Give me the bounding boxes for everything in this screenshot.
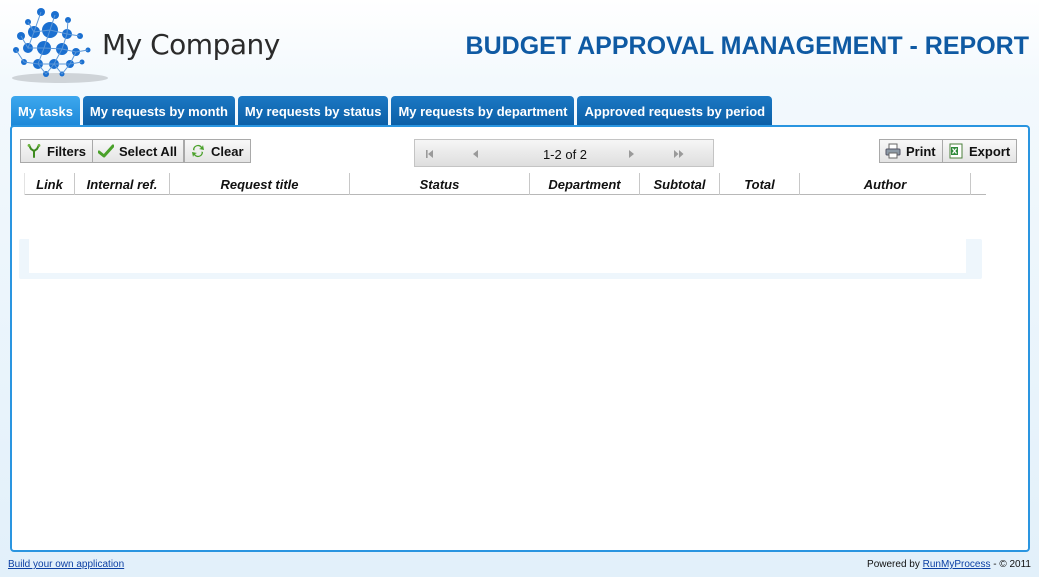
tab-my-requests-by-status[interactable]: My requests by status	[237, 96, 389, 126]
tab-approved-requests-by-period[interactable]: Approved requests by period	[577, 96, 773, 126]
export-label: Export	[969, 143, 1011, 159]
print-button[interactable]: Print	[879, 139, 943, 163]
grid-body	[19, 239, 982, 279]
powered-by: Powered by RunMyProcess - © 2011	[867, 559, 1031, 570]
excel-icon	[948, 143, 964, 159]
report-panel: Filters Select All Clear 1-2 of 2 Print	[10, 125, 1030, 552]
filters-button[interactable]: Filters	[20, 139, 94, 163]
column-header-request-title[interactable]: Request title	[170, 173, 350, 195]
column-header-internal-ref[interactable]: Internal ref.	[75, 173, 170, 195]
column-header-status[interactable]: Status	[350, 173, 530, 195]
tab-my-tasks[interactable]: My tasks	[11, 96, 80, 126]
column-header-link[interactable]: Link	[24, 173, 75, 195]
checkmark-icon	[98, 143, 114, 159]
page-title: BUDGET APPROVAL MANAGEMENT - REPORT	[465, 32, 1029, 60]
column-header-department[interactable]: Department	[530, 173, 640, 195]
pager-range: 1-2 of 2	[542, 147, 588, 162]
powered-by-prefix: Powered by	[867, 559, 920, 570]
runmyprocess-link[interactable]: RunMyProcess	[923, 559, 991, 570]
select-all-label: Select All	[119, 143, 178, 159]
logo-text: My Company	[102, 28, 280, 61]
build-application-link[interactable]: Build your own application	[8, 559, 124, 570]
column-header-author[interactable]: Author	[800, 173, 971, 195]
filter-icon	[26, 143, 42, 159]
filters-label: Filters	[47, 143, 87, 159]
export-button[interactable]: Export	[942, 139, 1018, 163]
refresh-icon	[190, 143, 206, 159]
select-all-button[interactable]: Select All	[92, 139, 185, 163]
pager: 1-2 of 2	[414, 139, 714, 167]
next-page-icon[interactable]	[623, 146, 639, 162]
last-page-icon[interactable]	[671, 146, 687, 162]
printer-icon	[885, 143, 901, 159]
grid-header: Link Internal ref. Request title Status …	[24, 173, 986, 195]
tab-my-requests-by-department[interactable]: My requests by department	[391, 96, 575, 126]
company-logo: My Company	[10, 6, 300, 86]
column-header-subtotal[interactable]: Subtotal	[640, 173, 720, 195]
tab-my-requests-by-month[interactable]: My requests by month	[82, 96, 235, 126]
clear-label: Clear	[211, 143, 244, 159]
grid-body-inner	[29, 239, 966, 273]
copyright-text: - © 2011	[993, 559, 1031, 570]
clear-button[interactable]: Clear	[184, 139, 251, 163]
tab-bar: My tasks My requests by month My request…	[11, 96, 773, 126]
print-label: Print	[906, 143, 936, 159]
column-header-total[interactable]: Total	[720, 173, 800, 195]
company-logo-icon	[12, 8, 108, 83]
